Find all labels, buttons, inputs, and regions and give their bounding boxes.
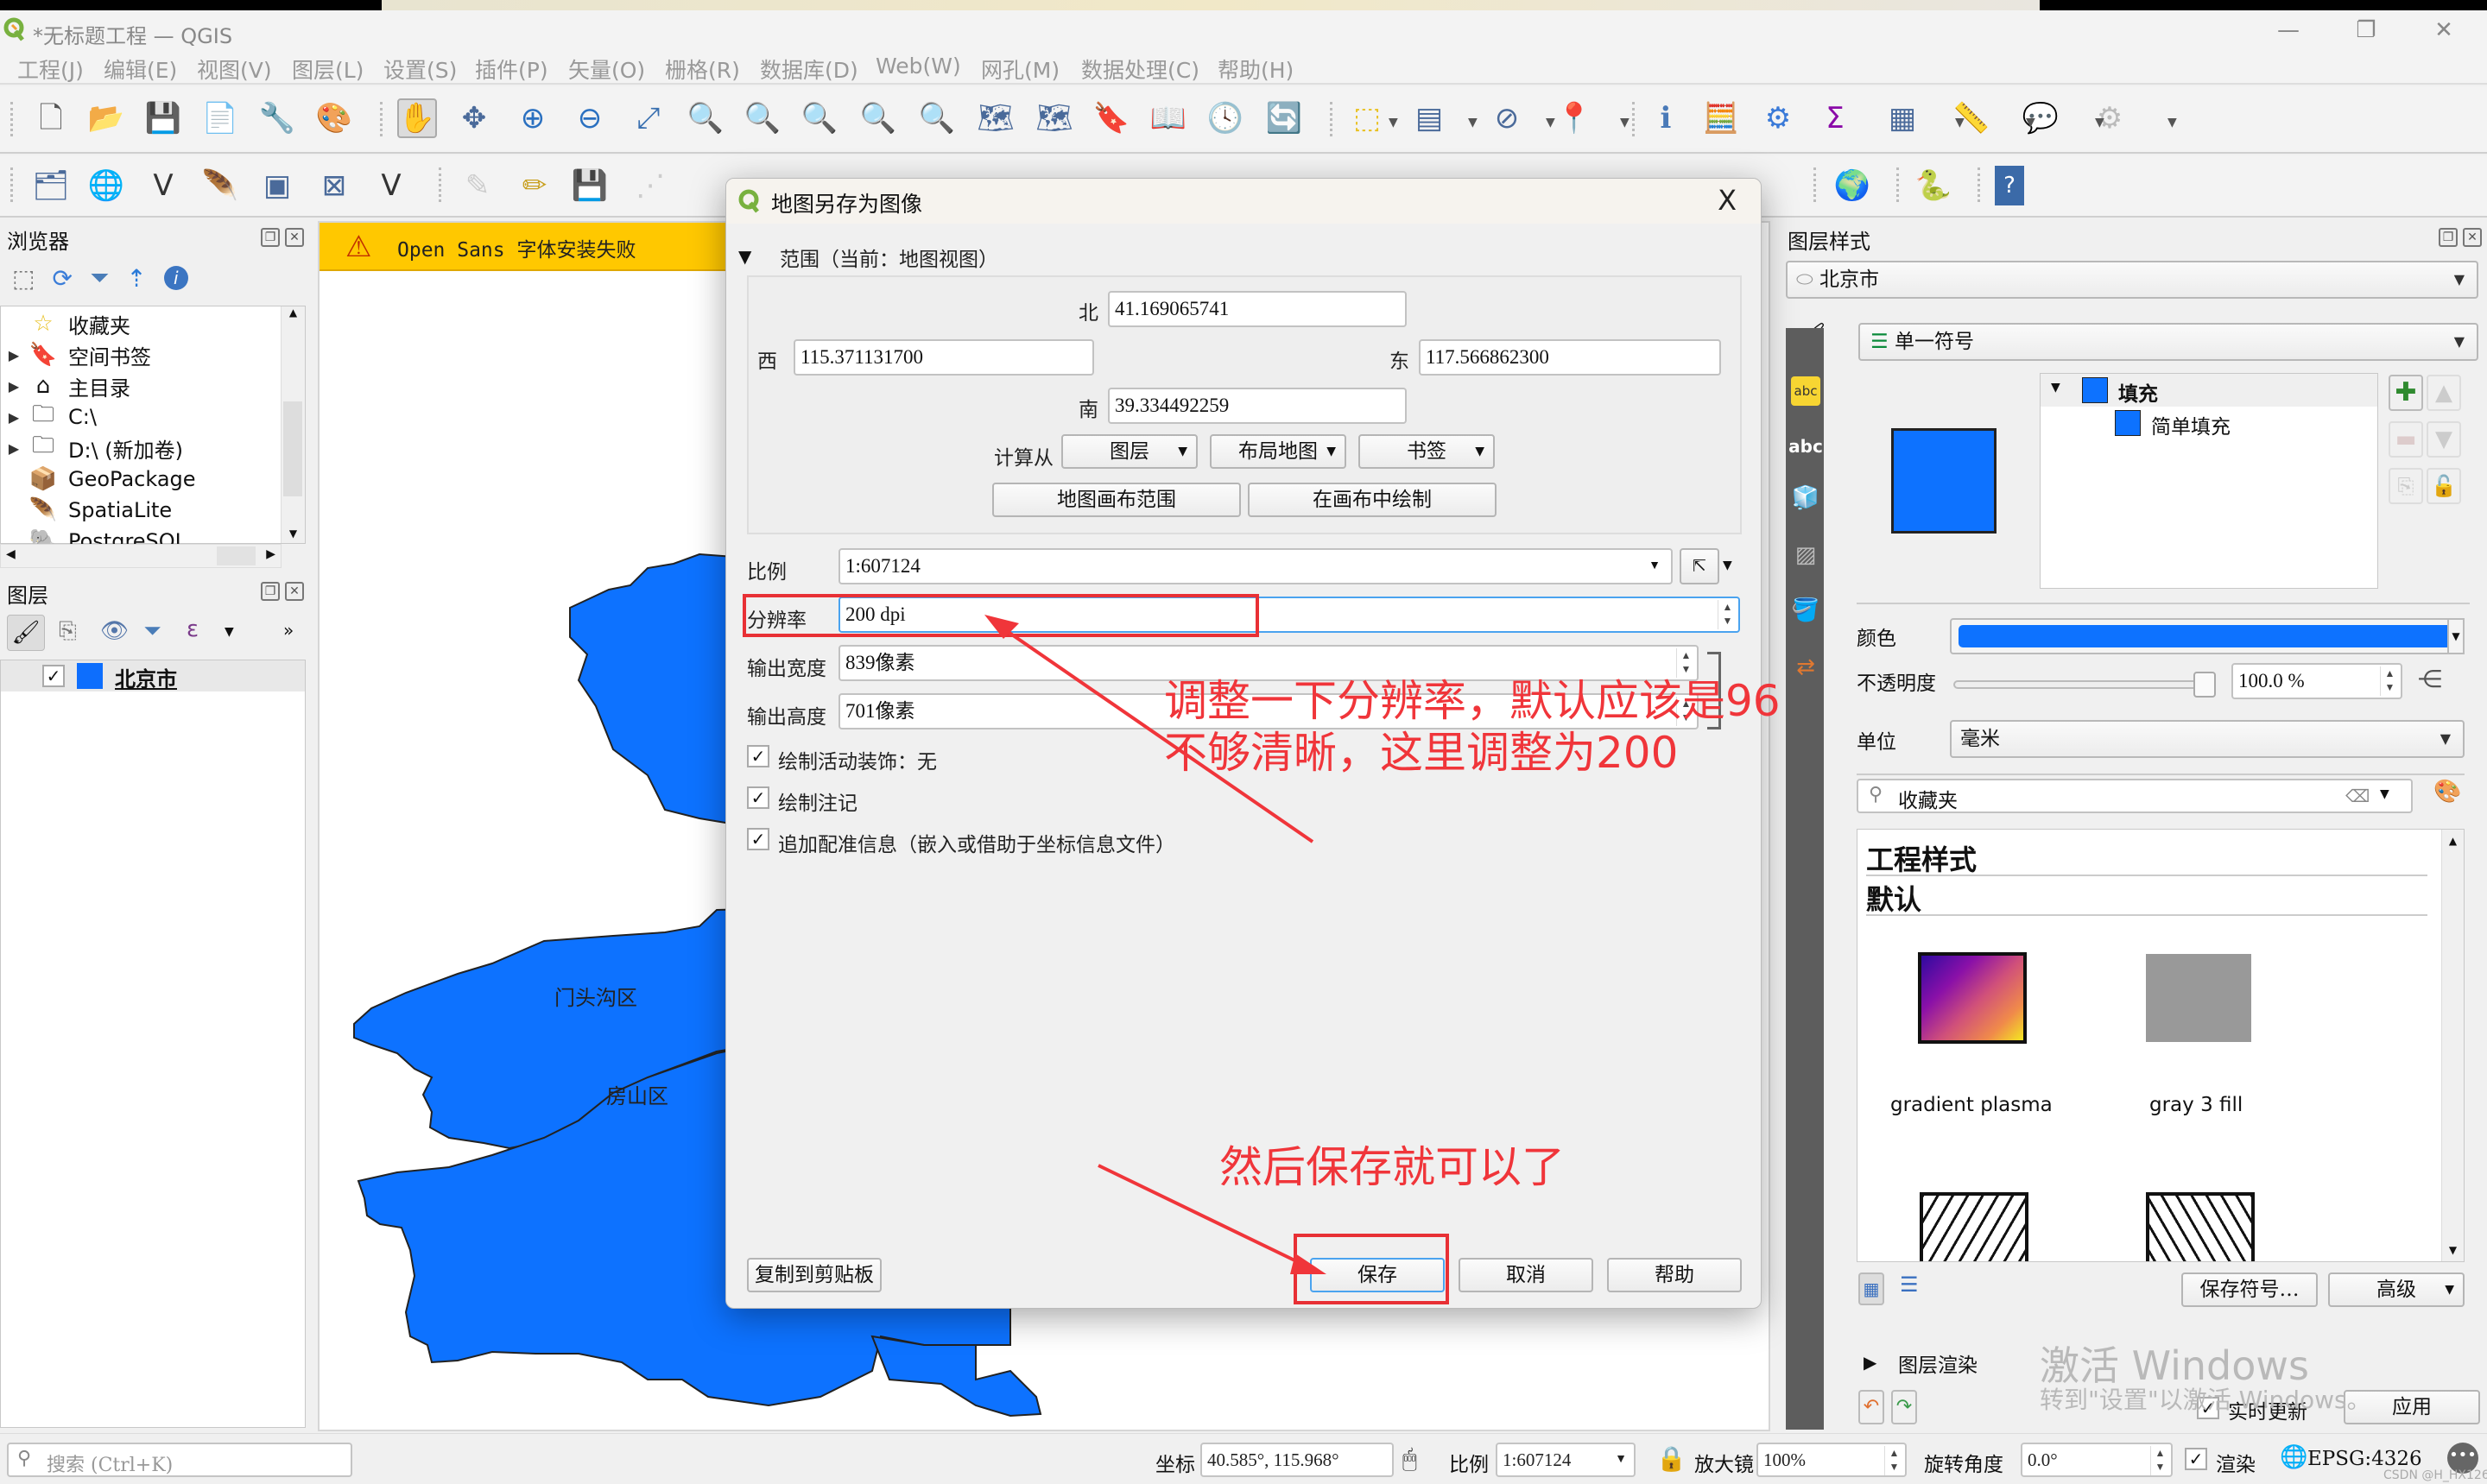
color-button[interactable] <box>1950 618 2465 654</box>
symbol-name: gray 3 fill <box>2149 1094 2243 1116</box>
coordinate-label: 坐标 <box>1155 1454 1195 1476</box>
annotation-line-2: 不够清晰，这里调整为200 <box>1164 728 1679 778</box>
render-label: 渲染 <box>2216 1454 2256 1476</box>
icon-view-toggle[interactable]: ▦ <box>1858 1272 1884 1305</box>
render-checkbox[interactable]: ✓ <box>2185 1448 2207 1470</box>
symbol-name: gradient plasma <box>1890 1094 2053 1116</box>
search-icon: ⚲ <box>17 1448 32 1469</box>
opacity-slider[interactable] <box>1953 672 2216 698</box>
save-symbol-button[interactable]: 保存符号… <box>2181 1272 2318 1307</box>
lock-scale-icon[interactable]: 🔒 <box>1656 1444 1686 1473</box>
status-bar: ⚲ 搜索 (Ctrl+K) 坐标 40.585°, 115.968° 🖱 比例 … <box>0 1433 2487 1484</box>
move-up-icon[interactable]: ▲ <box>2427 375 2461 411</box>
duplicate-symbol-layer-icon[interactable]: ⎘ <box>2389 468 2423 504</box>
unit-label: 单位 <box>1857 731 1896 754</box>
unit-combo[interactable]: 毫米 ▼ <box>1950 720 2465 758</box>
move-down-icon[interactable]: ▼ <box>2427 421 2461 458</box>
fill-label: 填充 <box>2118 383 2158 406</box>
magnifier-label: 放大镜 <box>1694 1454 1754 1476</box>
layer-rendering-label[interactable]: 图层渲染 <box>1898 1348 1978 1378</box>
diagrams-tab-icon[interactable]: ▨ <box>1791 540 1820 570</box>
crs-globe-icon[interactable]: 🌐 <box>2280 1444 2307 1470</box>
search-dropdown-icon[interactable]: ▼ <box>2380 787 2389 801</box>
search-icon: ⚲ <box>1869 784 1883 805</box>
remove-symbol-layer-icon[interactable]: ▬ <box>2389 421 2423 458</box>
rotation-label: 旋转角度 <box>1924 1454 2003 1476</box>
opacity-slider-handle[interactable] <box>2193 672 2216 698</box>
scale-combo[interactable]: 1:607124 ▼ <box>1496 1443 1636 1477</box>
locator-search-input[interactable]: ⚲ 搜索 (Ctrl+K) <box>7 1443 352 1477</box>
clear-search-icon[interactable]: ⌫ <box>2345 786 2370 806</box>
data-defined-override-icon[interactable]: ⋲ <box>2418 665 2442 693</box>
symbol-preview <box>1891 428 1997 534</box>
annotation-line-3: 然后保存就可以了 <box>1219 1142 1565 1192</box>
history-tab-icon[interactable]: ⇄ <box>1791 653 1820 682</box>
redo-icon[interactable]: ↷ <box>1891 1390 1917 1424</box>
csdn-watermark: CSDN @H_HX126 <box>2383 1468 2487 1482</box>
layer-selector-combo[interactable]: ⬭ 北京市 ▼ <box>1786 261 2478 299</box>
rotation-spinbox[interactable]: 0.0° ▲ ▼ <box>2021 1443 2173 1477</box>
symbol-tree-child[interactable]: 简单填充 <box>2041 407 2377 439</box>
lock-symbol-layer-icon[interactable]: 🔓 <box>2427 468 2461 504</box>
group-default: 默认 <box>1866 883 1922 916</box>
expand-arrow-icon[interactable]: ▼ <box>2051 381 2060 395</box>
undo-icon[interactable]: ↶ <box>1858 1390 1884 1424</box>
advanced-button[interactable]: 高级 ▼ <box>2328 1272 2465 1307</box>
renderer-combo[interactable]: ☰ 单一符号 ▼ <box>1858 323 2478 361</box>
symbol-search-input[interactable]: ⚲ 收藏夹 ⌫ ▼ <box>1857 779 2413 813</box>
add-symbol-layer-icon[interactable]: ✚ <box>2389 375 2423 411</box>
crs-label[interactable]: EPSG:4326 <box>2307 1448 2422 1470</box>
simple-fill-swatch <box>2115 410 2141 436</box>
labels-tab-icon[interactable]: abc <box>1791 376 1820 406</box>
activate-windows-subtitle: 转到"设置"以激活 Windows。 <box>2040 1386 2371 1414</box>
coordinate-input[interactable]: 40.585°, 115.968° <box>1200 1443 1394 1477</box>
rendering-tab-icon[interactable]: 🪣 <box>1791 596 1820 625</box>
opacity-label: 不透明度 <box>1857 673 1936 695</box>
symbol-hatch-forward[interactable] <box>1920 1192 2028 1261</box>
symbol-library-scrollbar[interactable]: ▲ ▼ <box>2441 830 2464 1261</box>
color-dropdown-icon[interactable]: ▼ <box>2447 618 2465 654</box>
divider <box>1857 603 2470 604</box>
toggle-extents-icon[interactable]: 🖱 <box>1402 1444 1417 1474</box>
symbol-library: 工程样式 默认 gradient plasma gray 3 fill ▲ ▼ <box>1857 829 2465 1262</box>
group-project-styles: 工程样式 <box>1866 843 1978 876</box>
symbol-tree-root[interactable]: ▼ 填充 <box>2041 374 2377 407</box>
symbol-gray-3-fill[interactable] <box>2146 954 2251 1042</box>
simple-fill-label: 简单填充 <box>2151 416 2231 439</box>
divider <box>1857 774 2465 775</box>
close-panel-icon[interactable]: ✕ <box>2463 228 2482 247</box>
3d-view-tab-icon[interactable]: 🧊 <box>1791 483 1820 513</box>
fill-swatch <box>2082 377 2108 403</box>
float-panel-icon[interactable]: ❐ <box>2439 228 2458 247</box>
symbol-hatch-backward[interactable] <box>2146 1192 2255 1261</box>
color-label: 颜色 <box>1857 628 1896 650</box>
opacity-spinbox[interactable]: 100.0 % ▲ ▼ <box>2231 663 2402 699</box>
style-manager-icon[interactable]: 🎨 <box>2433 779 2461 805</box>
symbol-gradient-plasma[interactable] <box>1918 952 2027 1044</box>
magnifier-spinbox[interactable]: 100% ▲ ▼ <box>1756 1443 1907 1477</box>
arrow-head-save <box>1290 1254 1326 1274</box>
expand-layer-rendering-icon[interactable]: ▶ <box>1864 1352 1876 1373</box>
styling-panel-title: 图层样式 <box>1788 230 1870 254</box>
symbol-layer-tree: ▼ 填充 简单填充 <box>2040 373 2378 589</box>
masks-tab-icon[interactable]: abc <box>1788 432 1823 461</box>
scale-label: 比例 <box>1449 1454 1489 1476</box>
list-view-toggle[interactable]: ☰ <box>1900 1272 1919 1297</box>
